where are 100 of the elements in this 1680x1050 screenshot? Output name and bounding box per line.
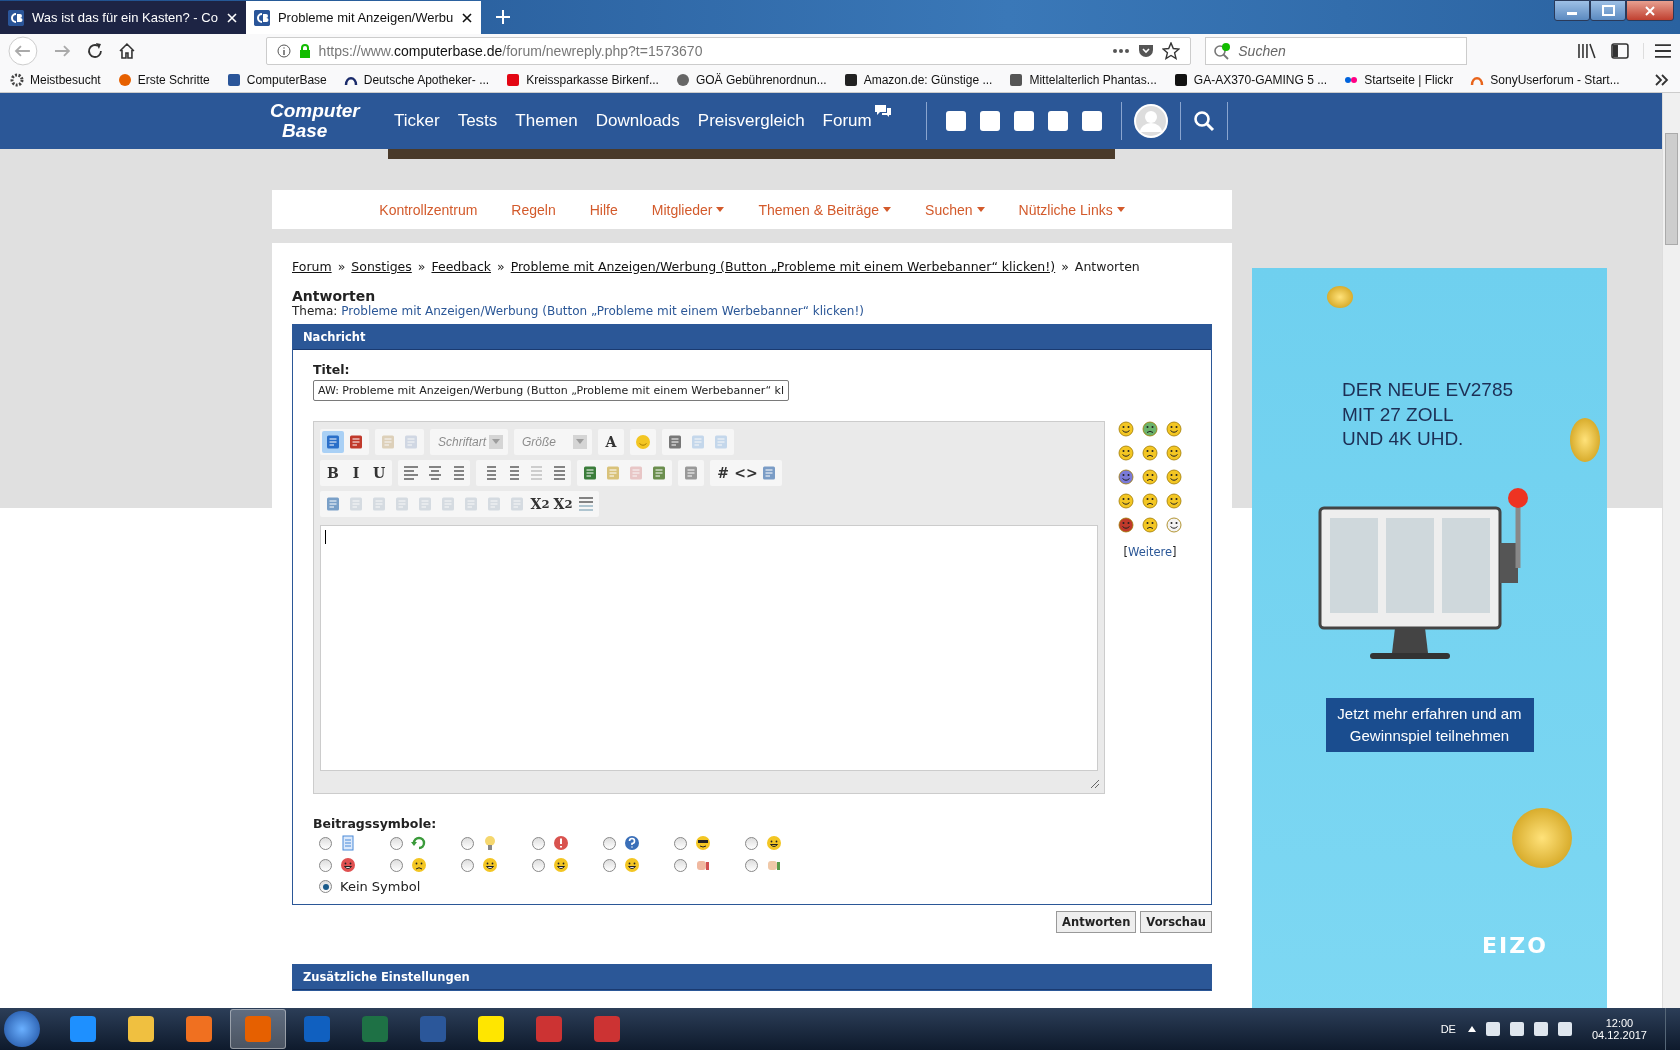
forum-nav-link[interactable]: Nützliche Links — [1018, 201, 1125, 218]
topic-link[interactable]: Probleme mit Anzeigen/Werbung (Button „Probleme mit einem Werbebanner“ klicken!) — [341, 304, 864, 318]
radio-button[interactable] — [532, 858, 545, 872]
site-nav-link[interactable]: Forum — [822, 111, 872, 131]
smiley-icon[interactable] — [1118, 421, 1134, 437]
bookmark-item[interactable]: Deutsche Apotheker- ... — [343, 73, 490, 87]
bookmark-item[interactable]: ComputerBase — [226, 73, 327, 87]
radio-button[interactable] — [674, 858, 687, 872]
radio-button[interactable] — [603, 858, 616, 872]
pocket-icon[interactable] — [1138, 43, 1155, 59]
breadcrumb-link[interactable]: Sonstiges — [351, 259, 412, 274]
format-button[interactable] — [322, 430, 344, 453]
smiley-icon[interactable] — [1166, 517, 1182, 533]
site-nav-link[interactable]: Themen — [515, 111, 578, 131]
bookmark-item[interactable]: Startseite | Flickr — [1344, 73, 1454, 87]
site-nav-link[interactable]: Preisvergleich — [697, 111, 805, 131]
search-icon[interactable] — [1192, 110, 1215, 132]
close-icon[interactable] — [225, 11, 238, 24]
site-nav-link[interactable]: Downloads — [595, 111, 680, 131]
smiley-icon[interactable] — [1166, 493, 1182, 509]
clock-time[interactable]: 12:00 — [1605, 1017, 1634, 1029]
radio-button[interactable] — [461, 858, 474, 872]
smiley-icon[interactable] — [1166, 421, 1182, 437]
smiley-icon[interactable] — [1142, 421, 1158, 437]
language-indicator[interactable]: DE — [1440, 1023, 1456, 1035]
browser-tab[interactable]: Probleme mit Anzeigen/Werbu — [245, 1, 482, 34]
clock-date[interactable]: 04.12.2017 — [1591, 1029, 1647, 1041]
forum-nav-link[interactable]: Mitglieder — [651, 201, 725, 218]
site-nav-link[interactable]: Tests — [457, 111, 498, 131]
radio-button[interactable] — [674, 836, 687, 850]
radio-button[interactable] — [461, 836, 474, 850]
bookmark-item[interactable]: Kreissparkasse Birkenf... — [506, 73, 659, 87]
ad-cta-button[interactable]: Jetzt mehr erfahren und am Gewinnspiel teilnehmen — [1325, 698, 1534, 752]
format-button[interactable]: I — [345, 461, 367, 484]
browser-tab[interactable]: Was ist das für ein Kasten? - Co — [0, 1, 246, 34]
minimize-button[interactable] — [1554, 0, 1590, 21]
radio-button[interactable] — [603, 836, 616, 850]
smiley-icon[interactable] — [1118, 493, 1134, 509]
sidebar-icon[interactable] — [1611, 43, 1630, 59]
bookmark-item[interactable]: GA-AX370-GAMING 5 ... — [1173, 73, 1328, 87]
scrollbar[interactable] — [1662, 93, 1680, 1008]
avatar-icon[interactable] — [1133, 104, 1168, 138]
menu-icon[interactable] — [1643, 43, 1673, 59]
format-button[interactable]: A — [600, 430, 622, 453]
radio-button[interactable] — [319, 880, 332, 893]
forum-nav-link[interactable]: Themen & Beiträge — [758, 201, 892, 218]
title-input[interactable]: AW: Probleme mit Anzeigen/Werbung (Button „Probleme mit einem Werbebanner“ kl — [313, 380, 789, 401]
forum-nav-link[interactable]: Regeln — [511, 201, 556, 218]
breadcrumb-link[interactable]: Forum — [292, 259, 332, 274]
url-text[interactable]: https://www.computerbase.de/forum/newreply.php?t=1573670 — [318, 43, 703, 59]
home-icon[interactable] — [117, 42, 136, 60]
ad-banner[interactable]: DER NEUE EV2785 MIT 27 ZOLL UND 4K UHD. Jetzt mehr erfahren und am Gewinnspiel teilnehmen EIZO — [1252, 268, 1607, 1008]
close-icon[interactable] — [461, 11, 474, 24]
radio-button[interactable] — [319, 858, 332, 872]
smiley-icon[interactable] — [1142, 493, 1158, 509]
tray-arrow-icon[interactable] — [1467, 1026, 1476, 1032]
more-icon[interactable] — [1112, 48, 1131, 54]
format-button[interactable]: U — [368, 461, 390, 484]
close-window-button[interactable] — [1626, 0, 1674, 21]
site-logo[interactable]: Computer Base — [270, 101, 370, 141]
format-button[interactable]: B — [322, 461, 344, 484]
format-button[interactable]: <> — [735, 461, 757, 484]
forum-nav-link[interactable]: Suchen — [925, 201, 985, 218]
smiley-icon[interactable] — [1142, 517, 1158, 533]
smiley-icon[interactable] — [1118, 469, 1134, 485]
smiley-icon[interactable] — [1166, 445, 1182, 461]
smiley-icon[interactable] — [1118, 445, 1134, 461]
library-icon[interactable] — [1577, 42, 1598, 60]
info-icon[interactable] — [276, 44, 291, 58]
more-smilies-link[interactable]: Weitere — [1127, 545, 1173, 559]
site-nav-link[interactable]: Ticker — [394, 111, 440, 131]
format-button[interactable]: # — [712, 461, 734, 484]
form-button[interactable]: Antworten — [1056, 911, 1137, 933]
form-button[interactable]: Vorschau — [1140, 911, 1212, 933]
breadcrumb-link[interactable]: Probleme mit Anzeigen/Werbung (Button „Probleme mit einem Werbebanner“ klicken!) — [510, 259, 1056, 274]
bookmark-item[interactable]: GOÄ Gebührenordnun... — [675, 73, 827, 87]
breadcrumb-link[interactable]: Feedback — [431, 259, 491, 274]
smiley-icon[interactable] — [1118, 517, 1134, 533]
bookmark-item[interactable]: Erste Schritte — [117, 73, 210, 87]
restore-button[interactable] — [1590, 0, 1626, 21]
radio-button[interactable] — [319, 836, 332, 850]
bookmark-item[interactable]: Meistbesucht — [10, 73, 101, 87]
back-icon[interactable] — [8, 36, 38, 66]
reload-icon[interactable] — [85, 42, 104, 60]
radio-button[interactable] — [745, 858, 758, 872]
forum-nav-link[interactable]: Kontrollzentrum — [379, 201, 478, 218]
start-button[interactable] — [4, 1011, 40, 1047]
address-bar[interactable]: https://www.computerbase.de/forum/newreply.php?t=1573670 — [265, 37, 1192, 65]
bookmark-item[interactable]: Amazon.de: Günstige ... — [843, 73, 993, 87]
new-tab-icon[interactable] — [495, 9, 512, 25]
bookmark-star-icon[interactable] — [1162, 42, 1181, 60]
radio-button[interactable] — [745, 836, 758, 850]
smiley-icon[interactable] — [1166, 469, 1182, 485]
resize-handle-icon[interactable] — [1090, 779, 1100, 789]
forum-nav-link[interactable]: Hilfe — [589, 201, 618, 218]
radio-button[interactable] — [532, 836, 545, 850]
chevron-icon[interactable] — [1654, 73, 1670, 87]
bookmark-item[interactable]: Mittelalterlich Phantas... — [1009, 73, 1157, 87]
smiley-icon[interactable] — [1142, 445, 1158, 461]
radio-button[interactable] — [390, 858, 403, 872]
